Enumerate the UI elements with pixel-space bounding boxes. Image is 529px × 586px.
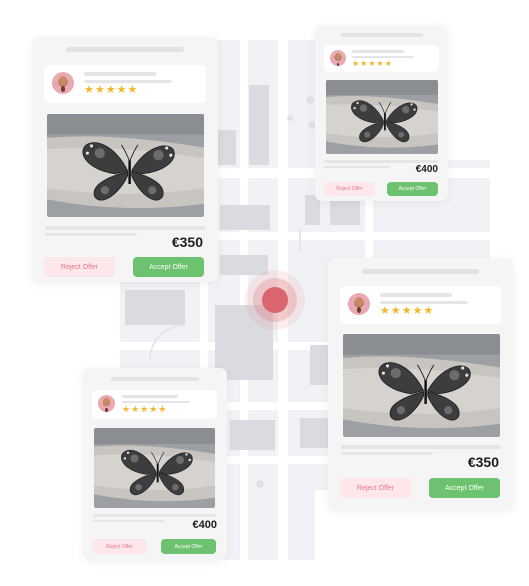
tattoo-photo (94, 428, 215, 508)
artist-profile[interactable]: ★★★★★ (324, 45, 439, 72)
reject-offer-button[interactable]: Reject Offer (324, 182, 375, 196)
description-line (324, 166, 390, 168)
description-line (45, 233, 137, 236)
tattoo-photo (326, 80, 438, 154)
description-line (341, 452, 433, 455)
artist-name-placeholder (380, 293, 452, 297)
artist-profile[interactable]: ★★★★★ (340, 286, 501, 324)
offer-price: €350 (171, 234, 203, 250)
artist-avatar (330, 50, 346, 66)
accept-offer-button[interactable]: Accept Offer (133, 257, 204, 277)
rating-stars: ★★★★★ (352, 59, 393, 68)
artist-detail-placeholder (352, 56, 414, 58)
card-drag-handle (362, 269, 479, 274)
rating-stars: ★★★★★ (84, 84, 139, 96)
card-drag-handle (341, 33, 423, 37)
card-drag-handle (111, 377, 199, 381)
reject-offer-button[interactable]: Reject Offer (92, 539, 147, 554)
location-marker-dot (262, 287, 288, 313)
description-line (93, 514, 216, 517)
artist-profile[interactable]: ★★★★★ (92, 390, 217, 419)
reject-offer-button[interactable]: Reject Offer (44, 257, 115, 277)
accept-offer-button[interactable]: Accept Offer (387, 182, 438, 196)
offer-card: ★★★★★ €350 Reject Offer Accept Offer (328, 258, 513, 510)
description-line (324, 160, 438, 163)
description-line (45, 226, 205, 230)
rating-stars: ★★★★★ (380, 305, 435, 317)
tattoo-photo (343, 334, 500, 437)
accept-offer-button[interactable]: Accept Offer (161, 539, 216, 554)
artist-name-placeholder (122, 395, 178, 398)
accept-offer-button[interactable]: Accept Offer (429, 478, 500, 498)
description-line (93, 520, 165, 522)
artist-avatar (52, 72, 74, 94)
artist-detail-placeholder (380, 301, 468, 304)
artist-avatar (348, 293, 370, 315)
offer-card: ★★★★★ €350 Reject Offer Accept Offer (32, 37, 218, 282)
artist-profile[interactable]: ★★★★★ (44, 65, 206, 103)
description-line (341, 445, 501, 449)
location-marker (245, 270, 305, 330)
offer-price: €400 (192, 519, 217, 531)
artist-detail-placeholder (84, 80, 172, 83)
card-drag-handle (66, 47, 184, 52)
rating-stars: ★★★★★ (122, 404, 168, 414)
offer-card: ★★★★★ €400 Reject Offer Accept Offer (315, 25, 448, 201)
tattoo-photo (47, 114, 204, 217)
reject-offer-button[interactable]: Reject Offer (340, 478, 411, 498)
artist-name-placeholder (352, 50, 404, 53)
offer-card: ★★★★★ €400 Reject Offer Accept Offer (83, 368, 227, 560)
offer-price: €400 (415, 164, 438, 175)
offer-price: €350 (467, 454, 499, 470)
artist-name-placeholder (84, 72, 156, 76)
artist-avatar (98, 395, 115, 412)
artist-detail-placeholder (122, 401, 190, 403)
